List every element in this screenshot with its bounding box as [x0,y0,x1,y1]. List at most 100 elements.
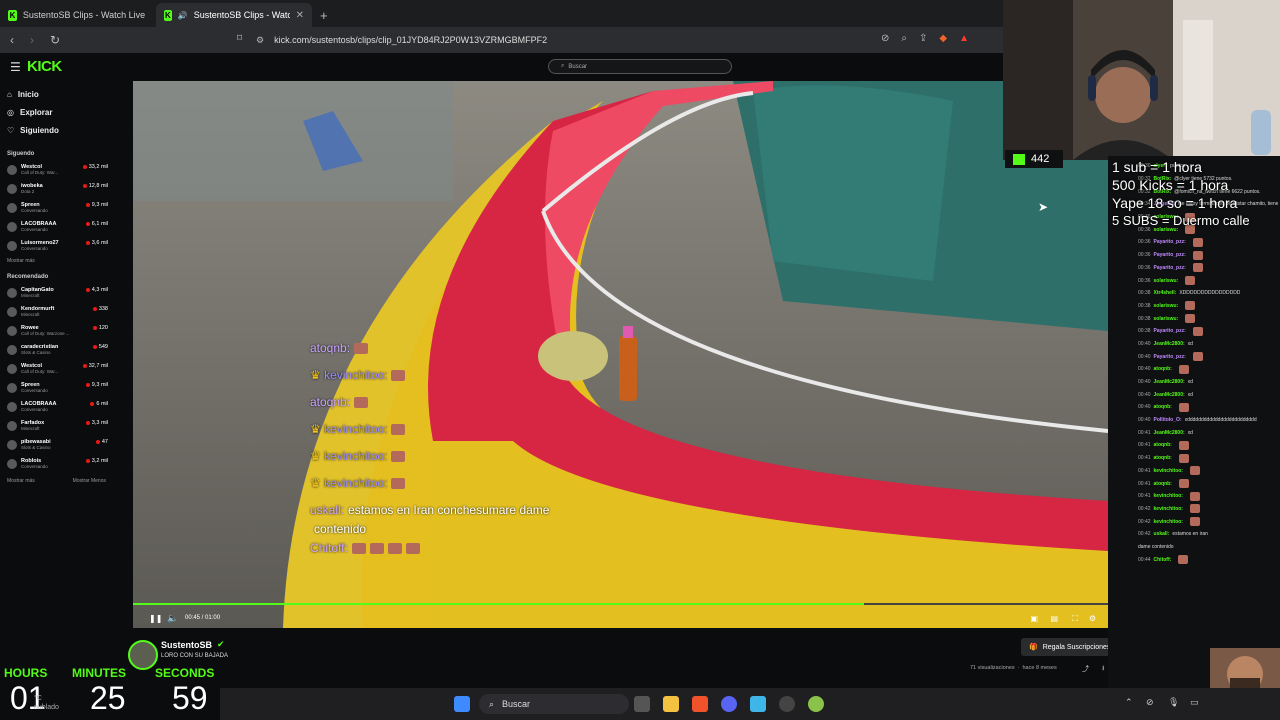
microphone-icon[interactable]: 🎙 [1168,697,1179,708]
show-less-link[interactable]: Mostrar Menos [73,478,106,490]
file-explorer-icon[interactable] [663,696,679,712]
viewer-count-value: 32,7 mil [88,363,108,369]
gift-subs-button[interactable]: 🎁 Regala Suscripciones [1021,638,1119,656]
pause-icon[interactable]: ❚❚ [149,614,162,623]
alert-icon[interactable]: ▲ [959,33,969,44]
share-icon[interactable]: ⤴ [1082,664,1089,674]
sidebar-channel[interactable]: Rowee Call of Duty: Warzone ... 120 [0,324,112,343]
chat-username: JeanMc2800: [1153,340,1185,347]
seconds-value: 59 [172,680,208,716]
chat-time: 00:40 [1138,353,1151,360]
crown-icon: ♛ [310,368,325,382]
tray-mute-icon[interactable]: ⊘ [1146,697,1154,708]
browser-tab-1[interactable]: K SustentoSB Clips - Watch Live on Kick [0,3,156,27]
settings-icon[interactable]: ⚙ [1089,614,1096,623]
sidebar-channel[interactable]: Westcol Call of Duty: War... 33,2 mil [0,163,112,182]
extension-icon[interactable]: ⊘ [881,33,889,44]
tray-app-icon[interactable]: ▭ [1190,697,1199,708]
chat-username: kevinchitoo: [324,449,388,463]
sidebar-channel[interactable]: LACOBRAAA Conversando 6,1 mil [0,220,112,239]
search-input[interactable]: ⌕ Buscar [548,59,732,74]
volume-icon[interactable]: 🔈 [167,613,178,624]
app-icon[interactable] [808,696,824,712]
channel-name[interactable]: SustentoSB [161,640,212,650]
chat-time: 00:36 [1138,277,1151,284]
menu-icon[interactable]: ☰ [10,60,21,74]
obs-icon[interactable] [779,696,795,712]
back-icon[interactable]: ‹ [10,33,14,47]
sidebar-channel[interactable]: pibewasabi Slots & Casino 47 [0,438,112,457]
chat-time: 00:41 [1138,429,1151,436]
live-dot-icon [90,401,95,406]
taskbar-search[interactable]: ⌕ Buscar [479,694,629,714]
theater-icon[interactable]: ▣ [1030,614,1038,623]
zoom-icon[interactable]: ⌕ [901,33,907,44]
viewer-count-value: 12,8 mil [88,183,108,189]
bookmark-icon[interactable]: ⌑ [237,33,242,44]
task-view-icon[interactable] [634,696,650,712]
avatar [7,345,17,355]
windows-start-icon[interactable] [454,696,470,712]
sidebar-channel[interactable]: caradecristian Slots & Casino 549 [0,343,112,362]
browser-tab-2[interactable]: K 🔊 SustentoSB Clips - Watch clips on ✕ [156,3,312,27]
site-settings-icon[interactable]: ⚙ [256,35,264,46]
avatar [7,184,17,194]
shield-icon[interactable]: ◆ [939,33,947,44]
share-icon[interactable]: ⇪ [919,33,927,44]
discord-icon[interactable] [721,696,737,712]
show-more-link[interactable]: Mostrar más [7,478,35,490]
kick-logo[interactable]: KICK [27,58,62,75]
sidebar-channel[interactable]: Westcol Call of Duty: War... 32,7 mil [0,362,112,381]
sidebar-channel[interactable]: Roblois Conversando 3,2 mil [0,457,112,476]
new-tab-button[interactable]: + [320,8,328,23]
chat-time: 00:40 [1138,340,1151,347]
sidebar-channel[interactable]: Farfadox Minecraft 3,3 mil [0,419,112,438]
sidebar-channel[interactable]: Spreen Conversando 9,3 mil [0,201,112,220]
emote-icon [1192,237,1203,247]
sidebar-channel[interactable]: CapitanGato Minecraft 4,3 mil [0,286,112,305]
emote-icon [369,543,384,555]
overlay-chat-lines: atoqnb: ♛ kevinchitoo: atoqnb: ♛ kevinchito… [155,340,549,567]
viewer-count: 3,6 mil [85,240,108,246]
viewer-count-value: 47 [101,439,108,445]
sidebar-item-inicio[interactable]: ⌂ Inicio [0,85,112,103]
reload-icon[interactable]: ↻ [50,33,60,47]
chat-time: 00:40 [1138,379,1151,386]
chat-username: kevinchitoo: [324,476,388,490]
url-field[interactable]: ⚙ kick.com/sustentosb/clips/clip_01JYD84… [256,30,976,50]
show-more-less-row: Mostrar más Mostrar Menos [0,478,112,490]
chat-time: 00:40 [1138,404,1151,411]
channel-text: Roblois Conversando [21,458,48,469]
chat-time: 00:44 [1138,556,1151,563]
sidebar-channel[interactable]: LACOBRAAA Conversando 6 mil [0,400,112,419]
chat-message: dame contenido [1138,543,1174,550]
minutes-value: 25 [90,680,126,716]
sidebar-item-explorar[interactable]: ◎ Explorar [0,103,112,121]
show-more-link[interactable]: Mostrar más [0,258,112,270]
viewer-count: 32,7 mil [82,363,108,369]
sidebar-item-label: Explorar [19,107,53,117]
close-tab-icon[interactable]: ✕ [296,10,304,21]
sidebar-channel[interactable]: Luisormeno27 Conversando 3,6 mil [0,239,112,258]
sidebar-item-siguiendo[interactable]: ♡ Siguiendo [0,121,112,139]
forward-icon[interactable]: › [30,33,34,47]
emote-icon [1185,276,1196,286]
fullscreen-icon[interactable]: ⛶ [1072,614,1078,624]
weather-widget[interactable]: °C nublado [34,694,59,712]
miniplayer-icon[interactable]: ▤ [1050,614,1058,623]
avatar [7,421,17,431]
brave-browser-icon[interactable] [692,696,708,712]
heart-icon: ♡ [7,125,15,135]
sidebar-channel[interactable]: iwobeka Dota 2 12,8 mil [0,182,112,201]
seconds-label: SECONDS [155,666,215,680]
notepad-icon[interactable] [750,696,766,712]
sidebar-channel[interactable]: Spreen Conversando 9,3 mil [0,381,112,400]
video-progress-bar[interactable] [133,603,1108,605]
chat-message: contenido [314,522,367,536]
sidebar-channel[interactable]: Kendormurft Minecraft 338 [0,305,112,324]
tray-chevron-icon[interactable]: ⌃ [1125,697,1133,708]
emote-icon [1192,352,1203,362]
kick-favicon-icon: K [164,9,172,21]
stream-chat-line: 00:41 atoqnb: [1108,452,1280,465]
download-icon[interactable]: ⭳ [1102,664,1104,675]
